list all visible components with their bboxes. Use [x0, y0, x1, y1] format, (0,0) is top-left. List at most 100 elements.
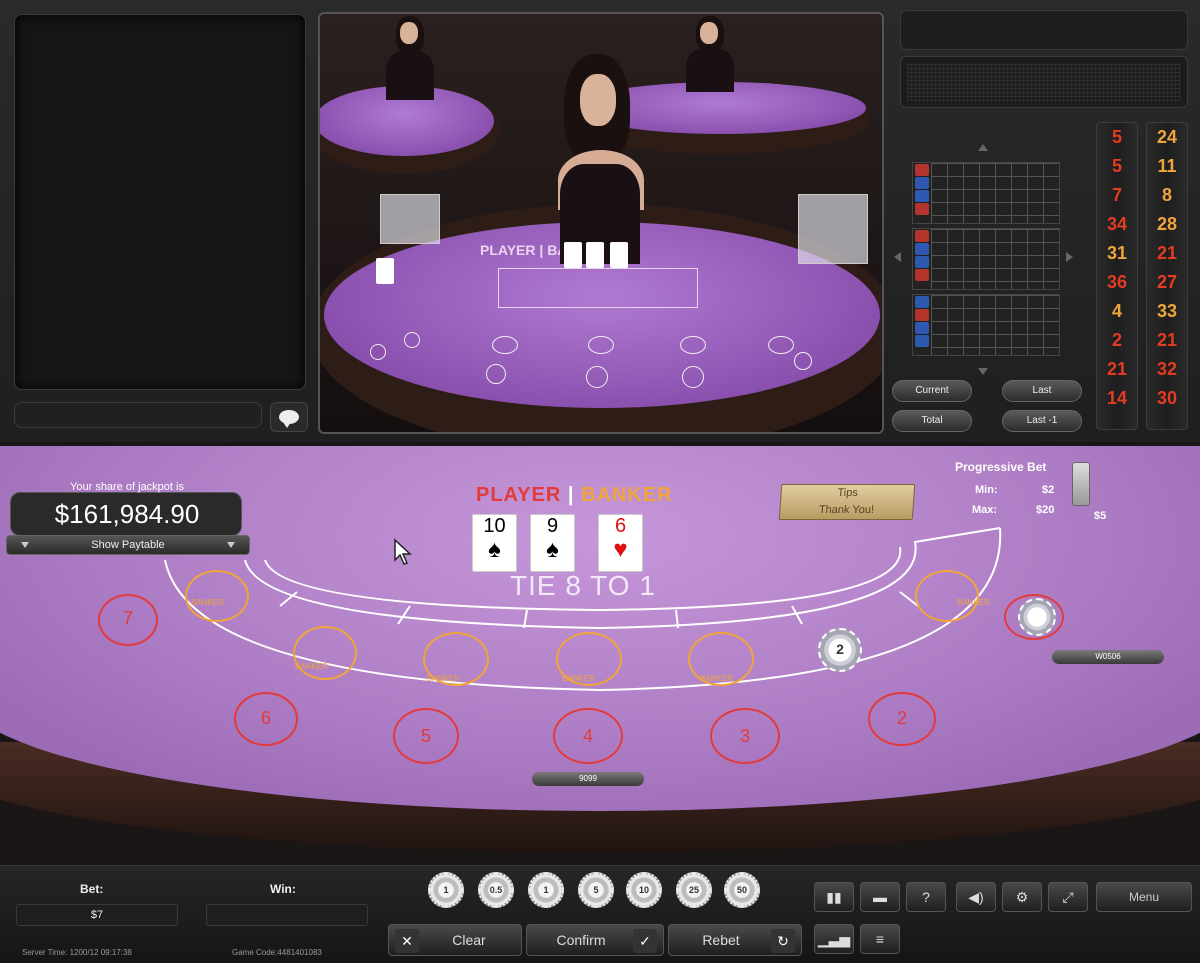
chip-button-0.5[interactable]: 0.5 — [478, 872, 514, 908]
show-paytable-button[interactable]: Show Paytable — [6, 535, 250, 555]
rebet-button[interactable]: Rebet ↻ — [668, 924, 802, 956]
video-card — [610, 242, 628, 268]
road-result-blue — [915, 177, 929, 189]
scroll-up-icon[interactable] — [978, 144, 988, 151]
player-spot-5[interactable]: 5 — [393, 708, 459, 764]
spade-icon: ♠ — [488, 536, 501, 563]
player-spot-7[interactable]: 7 — [98, 594, 158, 646]
last-prev-button[interactable]: Last -1 — [1002, 410, 1082, 432]
rebet-arrow-icon: ↻ — [771, 929, 795, 953]
tips-button[interactable]: Tips Thank You! — [778, 484, 916, 520]
scoreboard-panel — [900, 56, 1188, 108]
seat-number: 5 — [420, 726, 431, 746]
discard-tray — [798, 194, 868, 264]
card-banker-1: 6 ♥ — [598, 514, 643, 572]
road-result-blue — [915, 243, 929, 255]
progressive-min-value: $2 — [1042, 484, 1055, 496]
player-spot-2[interactable]: 2 — [868, 692, 936, 746]
player-spot-6[interactable]: 6 — [234, 692, 298, 746]
bet-label: Bet: — [80, 882, 104, 896]
scroll-down-icon[interactable] — [978, 368, 988, 375]
chip-on-banker-2[interactable]: 2 — [818, 628, 862, 672]
history-number: 31 — [1106, 243, 1128, 263]
chip-button-1b[interactable]: 1 — [528, 872, 564, 908]
chip-on-player-1[interactable] — [1018, 598, 1056, 636]
clear-button[interactable]: ✕ Clear — [388, 924, 522, 956]
last-button[interactable]: Last — [1002, 380, 1082, 402]
history-number: 2 — [1111, 330, 1122, 350]
close-icon: ✕ — [395, 929, 419, 953]
banker-spot-3[interactable]: BANKER — [688, 632, 754, 686]
road-result-blue — [915, 296, 929, 308]
history-icon[interactable]: ▮▮ — [814, 882, 854, 912]
banker-spot-6[interactable]: BANKER — [293, 626, 357, 680]
road-map-2 — [912, 228, 1060, 290]
confirm-button[interactable]: Confirm ✓ — [526, 924, 664, 956]
bottom-bar: Bet: $7 Win: Server Time: 1200/12 09:17:… — [0, 865, 1200, 963]
chat-panel — [14, 14, 306, 390]
menu-button[interactable]: Menu — [1096, 882, 1192, 912]
win-label: Win: — [270, 882, 296, 896]
video-felt-box — [498, 268, 698, 308]
clear-label: Clear — [452, 932, 486, 948]
fullscreen-icon[interactable]: ⤢ — [1048, 882, 1088, 912]
info-panel — [900, 10, 1188, 50]
server-time: Server Time: 1200/12 09:17:38 — [22, 948, 132, 957]
history-number: 36 — [1106, 272, 1128, 292]
player-spot-3[interactable]: 3 — [710, 708, 780, 764]
chip-stack-icon[interactable]: ≡ — [860, 924, 900, 954]
history-number: 28 — [1156, 214, 1178, 234]
road-result-red — [915, 309, 929, 321]
chat-icon[interactable]: ▬ — [860, 882, 900, 912]
win-value — [206, 904, 368, 926]
scroll-right-icon[interactable] — [1066, 252, 1073, 262]
chip-button-1[interactable]: 1 — [428, 872, 464, 908]
chat-send-button[interactable] — [270, 402, 308, 432]
bg-dealer — [380, 14, 440, 104]
tie-payout: TIE 8 TO 1 — [510, 570, 656, 601]
current-button[interactable]: Current — [892, 380, 972, 402]
gear-icon[interactable]: ⚙ — [1002, 882, 1042, 912]
player-spot-4[interactable]: 4 — [553, 708, 623, 764]
chip-button-10[interactable]: 10 — [626, 872, 662, 908]
bg-dealer — [680, 14, 740, 94]
help-icon[interactable]: ? — [906, 882, 946, 912]
road-result-blue — [915, 256, 929, 268]
chevron-down-icon — [227, 542, 235, 548]
progressive-max-label: Max: — [972, 504, 998, 516]
jackpot-box: Your share of jackpot is $161,984.90 — [10, 481, 242, 536]
road-result-blue — [915, 322, 929, 334]
seat-number: 4 — [582, 726, 593, 746]
chip-button-5[interactable]: 5 — [578, 872, 614, 908]
history-number: 32 — [1156, 359, 1178, 379]
chevron-down-icon — [21, 542, 29, 548]
progressive-slot[interactable] — [1072, 462, 1090, 506]
history-number: 5 — [1111, 127, 1122, 147]
banker-spot-5[interactable]: BANKER — [423, 632, 489, 686]
total-button[interactable]: Total — [892, 410, 972, 432]
jackpot-label: Your share of jackpot is — [70, 481, 184, 493]
show-paytable-label: Show Paytable — [91, 539, 165, 551]
sound-icon[interactable]: ◀) — [956, 882, 996, 912]
banker-spot-7[interactable]: BANKER — [185, 570, 249, 622]
scroll-left-icon[interactable] — [894, 252, 901, 262]
tips-thanks: Thank You! — [818, 504, 875, 516]
top-area: PLAYER | BANKER Current Total Last Last … — [0, 0, 1200, 442]
statistics-icon[interactable]: ▁▃▅ — [814, 924, 854, 954]
tips-label: Tips — [837, 487, 859, 499]
chat-input[interactable] — [14, 402, 262, 428]
history-number: 27 — [1156, 272, 1178, 292]
road-result-red — [915, 269, 929, 281]
video-card — [564, 242, 582, 268]
progressive-max-value: $20 — [1036, 504, 1055, 516]
main-dealer — [530, 54, 670, 264]
card-shoe — [380, 194, 440, 244]
mouse-cursor-icon — [394, 538, 412, 565]
chip-button-50[interactable]: 50 — [724, 872, 760, 908]
chip-button-25[interactable]: 25 — [676, 872, 712, 908]
road-result-blue — [915, 190, 929, 202]
history-number: 8 — [1161, 185, 1172, 205]
banker-spot-1[interactable]: BANKER — [915, 570, 990, 622]
history-number: 21 — [1156, 243, 1178, 263]
banker-spot-4[interactable]: BANKER — [556, 632, 622, 686]
